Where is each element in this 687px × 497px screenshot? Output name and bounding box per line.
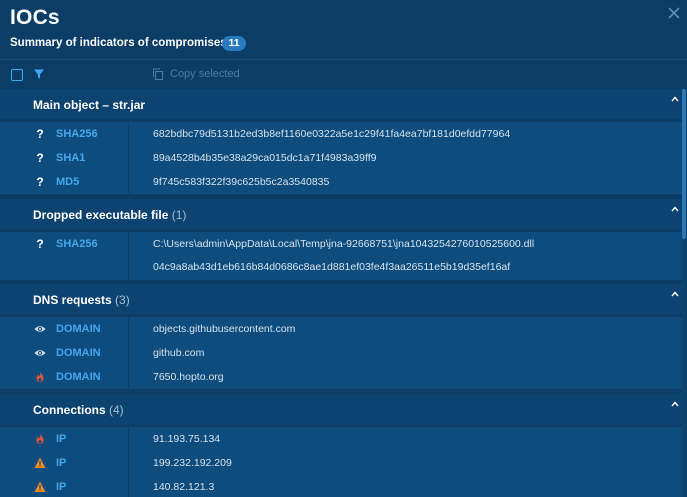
column-divider [128, 170, 129, 194]
ioc-value[interactable]: 199.232.192.209 [153, 457, 232, 469]
section-header[interactable]: Dropped executable file (1) [0, 199, 682, 229]
ioc-value[interactable]: 682bdbc79d5131b2ed3b8ef1160e0322a5e1c29f… [153, 128, 510, 140]
ioc-header: IOCs Summary of indicators of compromise… [0, 0, 687, 59]
column-divider [128, 427, 129, 451]
close-icon-glyph [668, 7, 680, 19]
ioc-type: MD5 [56, 176, 80, 188]
column-divider [128, 365, 129, 389]
fire-icon [34, 433, 46, 445]
scrollbar[interactable] [682, 89, 686, 497]
column-divider [128, 146, 129, 170]
warning-icon [34, 481, 46, 493]
ioc-list: Main object – str.jar? SHA256 682bdbc79d51… [0, 89, 687, 497]
ioc-type: SHA256 [56, 128, 98, 140]
section-title: Connections (4) [33, 403, 124, 417]
column-divider [128, 317, 129, 341]
eye-icon [34, 323, 46, 335]
toolbar: Copy selected [0, 59, 687, 89]
warning-icon [34, 457, 46, 469]
section-title: Main object – str.jar [33, 98, 145, 112]
collapse-caret-icon[interactable] [670, 400, 680, 410]
question-icon: ? [36, 127, 44, 141]
section-title-text: Dropped executable file [33, 208, 169, 222]
section-header[interactable]: Connections (4) [0, 394, 682, 424]
ioc-type: IP [56, 481, 67, 493]
ioc-type: DOMAIN [56, 323, 101, 335]
ioc-type: DOMAIN [56, 347, 101, 359]
copy-icon [153, 68, 163, 80]
ioc-row[interactable]: DOMAIN github.com [0, 341, 682, 365]
column-divider [128, 232, 129, 280]
copy-selected-button[interactable]: Copy selected [170, 68, 240, 80]
ioc-row[interactable]: ? SHA256 C:\Users\admin\AppData\Local\Temp… [0, 232, 682, 280]
ioc-row[interactable]: DOMAIN 7650.hopto.org [0, 365, 682, 389]
section-count: (1) [168, 208, 187, 222]
ioc-row[interactable]: ? SHA1 89a4528b4b35e38a29ca015dc1a71f4983a… [0, 146, 682, 170]
scrollbar-thumb[interactable] [682, 89, 686, 239]
section-title: DNS requests (3) [33, 293, 130, 307]
section-count: (3) [111, 293, 130, 307]
ioc-value[interactable]: 9f745c583f322f39c625b5c2a3540835 [153, 176, 329, 188]
fire-icon [34, 371, 46, 383]
eye-icon [34, 347, 46, 359]
filter-icon[interactable] [33, 68, 45, 80]
ioc-type: IP [56, 457, 67, 469]
ioc-value[interactable]: objects.githubusercontent.com [153, 323, 295, 335]
ioc-type: SHA256 [56, 238, 98, 250]
section-title-text: Main object – str.jar [33, 98, 146, 112]
question-icon: ? [36, 151, 44, 165]
section-header[interactable]: DNS requests (3) [0, 284, 682, 314]
ioc-value[interactable]: C:\Users\admin\AppData\Local\Temp\jna-92… [153, 238, 534, 250]
ioc-value-hash[interactable]: 04c9a8ab43d1eb616b84d0686c8ae1d881ef03fe… [153, 261, 510, 273]
collapse-caret-icon[interactable] [670, 95, 680, 105]
ioc-row[interactable]: ? MD5 9f745c583f322f39c625b5c2a3540835 [0, 170, 682, 194]
ioc-value[interactable]: 91.193.75.134 [153, 433, 220, 445]
section-title-text: DNS requests [33, 293, 112, 307]
ioc-type: DOMAIN [56, 371, 101, 383]
ioc-value[interactable]: 7650.hopto.org [153, 371, 224, 383]
column-divider [128, 341, 129, 365]
ioc-value[interactable]: github.com [153, 347, 204, 359]
ioc-value[interactable]: 89a4528b4b35e38a29ca015dc1a71f4983a39ff9 [153, 152, 376, 164]
ioc-type: IP [56, 433, 67, 445]
section-count: (4) [105, 403, 124, 417]
ioc-row[interactable]: IP 91.193.75.134 [0, 427, 682, 451]
select-all-checkbox[interactable] [11, 69, 23, 81]
question-icon: ? [36, 175, 44, 189]
page-subtitle: Summary of indicators of compromises [10, 37, 227, 49]
ioc-count-badge: 11 [222, 36, 246, 51]
column-divider [128, 451, 129, 475]
ioc-value[interactable]: 140.82.121.3 [153, 481, 214, 493]
collapse-caret-icon[interactable] [670, 290, 680, 300]
ioc-row[interactable]: IP 140.82.121.3 [0, 475, 682, 497]
collapse-caret-icon[interactable] [670, 205, 680, 215]
page-title: IOCs [10, 6, 60, 29]
ioc-row[interactable]: IP 199.232.192.209 [0, 451, 682, 475]
ioc-row[interactable]: ? SHA256 682bdbc79d5131b2ed3b8ef1160e0322a… [0, 122, 682, 146]
ioc-type: SHA1 [56, 152, 86, 164]
column-divider [128, 475, 129, 497]
section-header[interactable]: Main object – str.jar [0, 89, 682, 119]
question-icon: ? [36, 237, 44, 251]
ioc-row[interactable]: DOMAIN objects.githubusercontent.com [0, 317, 682, 341]
section-title-text: Connections [33, 403, 106, 417]
section-title: Dropped executable file (1) [33, 208, 186, 222]
close-icon[interactable] [666, 6, 682, 22]
column-divider [128, 122, 129, 146]
